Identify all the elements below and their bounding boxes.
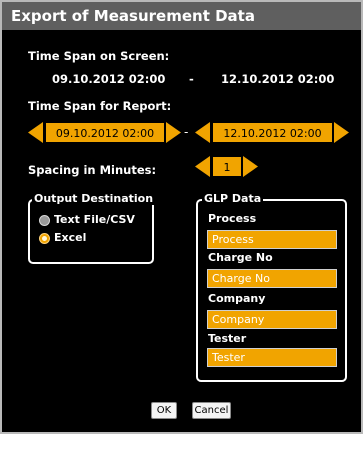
screen-span-separator: -: [189, 72, 194, 86]
process-field[interactable]: Process: [207, 230, 337, 249]
company-label: Company: [208, 292, 266, 305]
screen-span-to: 12.10.2012 02:00: [221, 72, 335, 86]
spacing-value-field[interactable]: 1: [213, 157, 241, 176]
tester-field[interactable]: Tester: [207, 348, 337, 367]
radio-excel[interactable]: [39, 233, 50, 244]
process-label: Process: [208, 212, 257, 225]
report-span-separator: -: [184, 125, 189, 139]
radio-excel-label[interactable]: Excel: [54, 231, 86, 244]
spacing-label: Spacing in Minutes:: [28, 163, 157, 177]
report-from-field[interactable]: 09.10.2012 02:00: [46, 123, 164, 142]
dialog-title: Export of Measurement Data: [2, 2, 361, 30]
charge-no-field[interactable]: Charge No: [207, 269, 337, 288]
screen-span-from: 09.10.2012 02:00: [52, 72, 166, 86]
report-span-label: Time Span for Report:: [28, 99, 172, 113]
report-from-next-arrow-icon[interactable]: [166, 122, 181, 143]
tester-label: Tester: [208, 332, 247, 345]
ok-button[interactable]: OK: [151, 402, 177, 419]
screen-span-label: Time Span on Screen:: [28, 49, 170, 63]
glp-data-title: GLP Data: [202, 192, 264, 205]
report-to-prev-arrow-icon[interactable]: [195, 122, 210, 143]
export-dialog: Export of Measurement Data Time Span on …: [0, 0, 363, 434]
company-field[interactable]: Company: [207, 310, 337, 329]
spacing-decrease-arrow-icon[interactable]: [195, 156, 210, 177]
report-from-prev-arrow-icon[interactable]: [28, 122, 43, 143]
report-to-field[interactable]: 12.10.2012 02:00: [213, 123, 332, 142]
charge-no-label: Charge No: [208, 251, 273, 264]
output-destination-title: Output Destination: [32, 192, 156, 205]
radio-text-csv[interactable]: [39, 215, 50, 226]
spacing-increase-arrow-icon[interactable]: [243, 156, 258, 177]
output-destination-group: [28, 199, 154, 264]
cancel-button[interactable]: Cancel: [192, 402, 231, 419]
radio-text-csv-label[interactable]: Text File/CSV: [54, 213, 135, 226]
report-to-next-arrow-icon[interactable]: [334, 122, 349, 143]
